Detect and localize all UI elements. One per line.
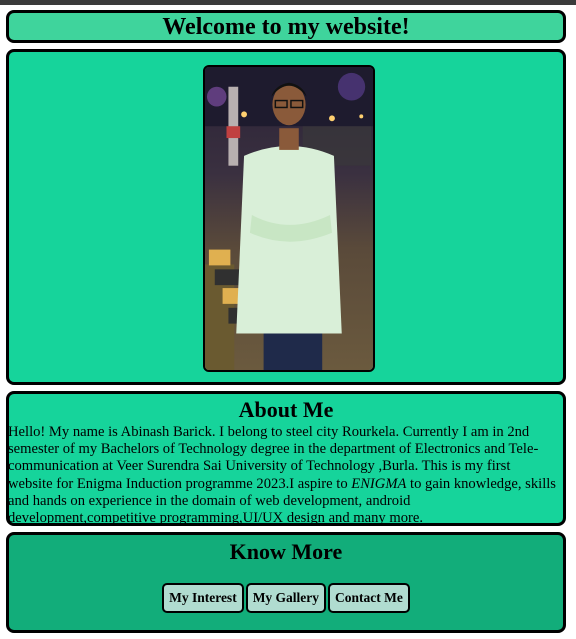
profile-photo <box>203 65 375 372</box>
know-more-buttons: My Interest My Gallery Contact Me <box>9 583 563 613</box>
know-more-heading: Know More <box>229 539 343 564</box>
about-section: About Me Hello! My name is Abinash Baric… <box>6 391 566 526</box>
about-text: Hello! My name is Abinash Barick. I belo… <box>8 424 561 527</box>
contact-me-button[interactable]: Contact Me <box>328 583 410 613</box>
my-gallery-button[interactable]: My Gallery <box>245 583 327 613</box>
my-interest-button[interactable]: My Interest <box>162 583 244 613</box>
profile-photo-section <box>6 49 566 385</box>
about-text-emphasis: ENIGMA <box>351 475 407 492</box>
profile-photo-image <box>205 67 373 370</box>
know-more-section: Know More My Interest My Gallery Contact… <box>6 532 566 633</box>
page-title: Welcome to my website! <box>162 13 410 40</box>
about-heading: About Me <box>238 397 334 422</box>
page-header: Welcome to my website! <box>6 10 566 43</box>
browser-top-strip <box>0 0 576 5</box>
